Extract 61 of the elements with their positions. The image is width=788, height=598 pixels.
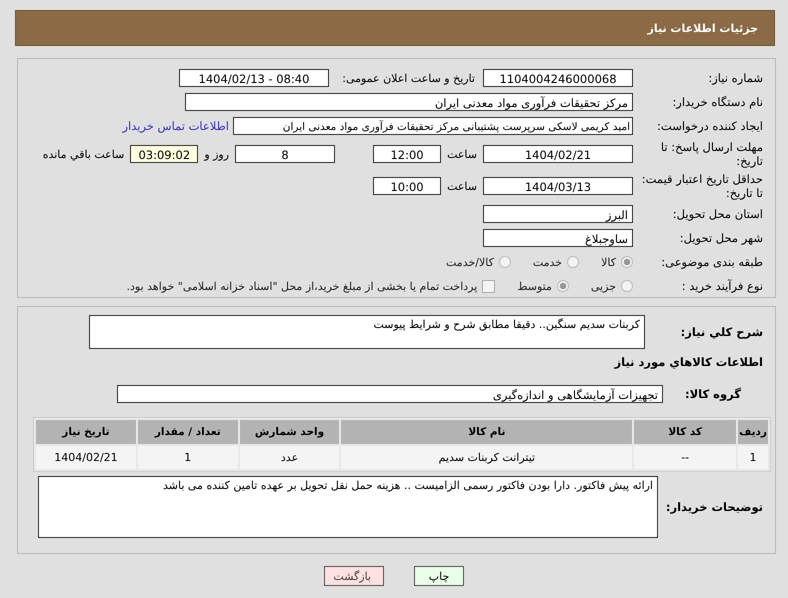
field-label: مهلت ارسال پاسخ: تا تاریخ: bbox=[660, 140, 763, 168]
description-field: کربنات سدیم سنگین.. دقیقا مطابق شرح و شرایط پیوست bbox=[89, 315, 645, 349]
field-label: استان محل تحویل: bbox=[672, 207, 763, 221]
field-label: تاریخ و ساعت اعلان عمومی: bbox=[341, 72, 475, 84]
field-label: شهر محل تحویل: bbox=[678, 231, 763, 245]
field-label: ایجاد کننده درخواست: bbox=[656, 119, 763, 133]
province-field: البرز bbox=[483, 205, 633, 223]
print-button[interactable]: چاپ bbox=[414, 566, 464, 586]
validity-date-field: 1404/03/13 bbox=[483, 177, 633, 195]
requester-field: امید کریمی لاسکی سرپرست پشتیبانی مرکز تحقیقات فرآوری مواد معدنی ایران bbox=[233, 117, 633, 135]
remaining-label: ساعت باقي مانده bbox=[42, 148, 124, 160]
table-cell: -- bbox=[634, 446, 736, 469]
city-field: ساوجبلاغ bbox=[483, 229, 633, 247]
table-cell: 1 bbox=[738, 446, 768, 469]
checkbox[interactable] bbox=[482, 280, 496, 292]
days-field: 8 bbox=[235, 145, 336, 163]
back-button[interactable]: بازگشت bbox=[324, 566, 384, 586]
table-cell: 1404/02/21 bbox=[36, 446, 136, 469]
time-label: ساعت bbox=[447, 180, 477, 192]
radio-button[interactable] bbox=[621, 280, 633, 292]
radio-button[interactable] bbox=[556, 280, 569, 292]
field-label: نوع فرآیند خرید : bbox=[680, 279, 763, 293]
field-label: نام دستگاه خریدار: bbox=[671, 95, 763, 109]
time-label: ساعت bbox=[447, 148, 477, 160]
table-cell: تیترانت کربنات سدیم bbox=[341, 446, 632, 469]
field-label: توضیحات خریدار: bbox=[664, 500, 763, 514]
field-label: شرح کلي نياز: bbox=[680, 325, 763, 339]
column-header: نام کالا bbox=[341, 420, 632, 444]
field-label: گروه کالا: bbox=[684, 387, 742, 401]
need-number-field: 1104004246000068 bbox=[483, 69, 633, 87]
field-label: شماره نیاز: bbox=[707, 71, 763, 85]
contact-link[interactable]: اطلاعات تماس خریدار bbox=[122, 119, 229, 133]
remaining-time-field: 03:09:02 bbox=[130, 145, 198, 163]
option-label: خدمت bbox=[532, 256, 562, 268]
buyer-field: مرکز تحقیقات فرآوری مواد معدنی ایران bbox=[185, 93, 633, 111]
option-label: متوسط bbox=[517, 280, 552, 292]
option-label: جزیی bbox=[590, 280, 616, 292]
deadline-date-field: 1404/02/21 bbox=[483, 145, 633, 163]
option-label: کالا/خدمت bbox=[446, 256, 494, 268]
field-label: حداقل تاریخ اعتبار قیمت: تا تاریخ: bbox=[640, 172, 763, 200]
column-header: تاریخ نیاز bbox=[36, 420, 136, 444]
option-label: پرداخت تمام یا بخشی از مبلغ خرید،از محل "اسناد خزانه اسلامی" خواهد بود. bbox=[126, 280, 478, 292]
deadline-time-field: 12:00 bbox=[373, 145, 442, 163]
table-cell: 1 bbox=[138, 446, 238, 469]
column-header: ردیف bbox=[738, 420, 768, 444]
table-cell: عدد bbox=[240, 446, 340, 469]
page-title: جزئیات اطلاعات نیاز bbox=[648, 22, 758, 34]
radio-button[interactable] bbox=[567, 256, 580, 268]
radio-button[interactable] bbox=[498, 256, 511, 268]
column-header: واحد شمارش bbox=[240, 420, 340, 444]
days-label: روز و bbox=[204, 148, 230, 160]
column-header: تعداد / مقدار bbox=[138, 420, 238, 444]
validity-time-field: 10:00 bbox=[373, 177, 442, 195]
radio-button[interactable] bbox=[621, 256, 633, 268]
column-header: کد کالا bbox=[634, 420, 736, 444]
goods-group-field: تجهیزات آزمایشگاهی و اندازه‌گیری bbox=[117, 385, 663, 403]
option-label: کالا bbox=[601, 256, 616, 268]
section-heading: اطلاعات کالاهاي مورد نياز bbox=[613, 355, 763, 369]
buyer-notes-field: ارائه پیش فاکتور. دارا بودن فاکتور رسمی الزامیست .. هزینه حمل نقل تحویل بر عهده تامین کننده می باشد bbox=[38, 476, 658, 538]
announce-date-field: 1404/02/13 - 08:40 bbox=[179, 69, 329, 87]
field-label: طبقه بندی موضوعی: bbox=[660, 255, 763, 269]
